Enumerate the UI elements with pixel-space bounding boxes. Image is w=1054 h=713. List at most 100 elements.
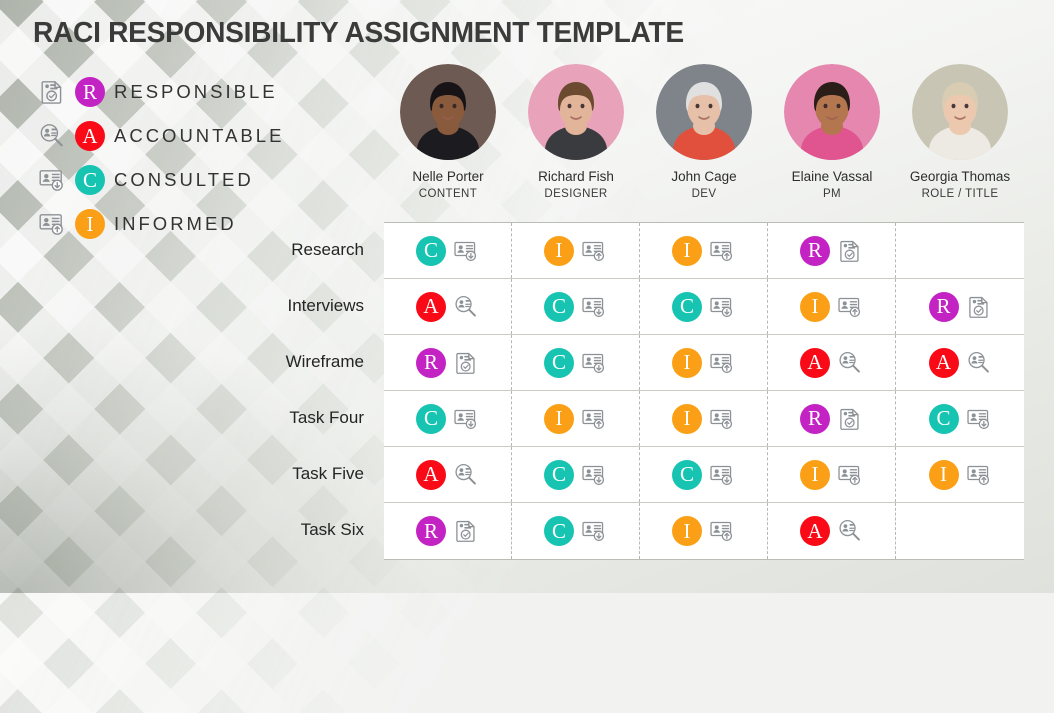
person-role: CONTENT — [418, 188, 478, 200]
matrix-cell[interactable]: I — [896, 447, 1024, 502]
raci-badge-c: C — [672, 291, 702, 322]
matrix-cell[interactable]: R — [768, 223, 896, 278]
matrix-cell[interactable]: C — [384, 223, 512, 278]
raci-badge-c: C — [544, 291, 574, 322]
matrix-cell[interactable]: A — [768, 503, 896, 559]
person-name: John Cage — [671, 169, 737, 184]
raci-badge-i: I — [672, 347, 702, 378]
task-label: Task Five — [292, 464, 364, 483]
avatar — [528, 64, 624, 160]
matrix-cell[interactable]: A — [896, 335, 1024, 390]
raci-badge-c: C — [672, 459, 702, 490]
clipboard-check-icon — [837, 238, 863, 264]
id-card-up-icon — [709, 238, 735, 264]
matrix-cell[interactable]: A — [384, 447, 512, 502]
id-card-down-icon — [581, 350, 607, 376]
matrix-cell[interactable]: C — [896, 391, 1024, 446]
matrix-cell[interactable]: C — [512, 447, 640, 502]
id-card-down-icon — [966, 406, 992, 432]
task-label: Task Four — [289, 408, 364, 427]
raci-badge-c: C — [416, 235, 446, 266]
person-column-4: Elaine Vassal PM — [768, 64, 896, 200]
person-role: PM — [822, 188, 842, 200]
raci-badge-a: A — [928, 347, 959, 378]
matrix-cell[interactable]: C — [640, 279, 768, 334]
matrix-row: CIIRC — [384, 391, 1024, 447]
person-magnifier-icon — [837, 350, 863, 376]
matrix-cell[interactable]: R — [768, 391, 896, 446]
legend-badge-a: A — [75, 121, 105, 151]
raci-badge-a: A — [416, 291, 446, 322]
raci-badge-c: C — [928, 403, 959, 434]
matrix-cell[interactable]: C — [512, 503, 640, 559]
matrix-cell[interactable]: I — [768, 279, 896, 334]
clipboard-check-icon — [453, 518, 479, 544]
raci-badge-i: I — [544, 235, 574, 266]
raci-badge-c: C — [544, 459, 574, 490]
legend-badge-c: C — [75, 165, 105, 195]
task-label: Interviews — [287, 296, 364, 315]
matrix-row: RC I A A — [384, 335, 1024, 391]
person-magnifier-icon — [38, 122, 66, 150]
legend-row-consulted: C CONSULTED — [38, 158, 368, 202]
id-card-up-icon — [709, 518, 735, 544]
raci-badge-a: A — [800, 516, 830, 546]
id-card-down-icon — [453, 238, 479, 264]
raci-badge-i: I — [800, 291, 830, 322]
matrix-cell[interactable]: I — [640, 335, 768, 390]
id-card-up-icon — [38, 210, 66, 238]
raci-badge-r: R — [416, 516, 446, 546]
matrix-cell[interactable]: R — [384, 335, 512, 390]
raci-matrix-grid: CIIRACCIRRCIAACIIRCACCIIRCIA — [384, 222, 1024, 560]
legend-label-accountable: ACCOUNTABLE — [114, 125, 285, 146]
matrix-cell[interactable]: I — [640, 503, 768, 559]
raci-badge-i: I — [800, 459, 830, 490]
task-label: Wireframe — [285, 352, 364, 371]
matrix-cell[interactable]: A — [768, 335, 896, 390]
raci-legend: R RESPONSIBLE A ACCOUNTABLE C CONSULTED I INFOR… — [38, 70, 368, 246]
raci-badge-i: I — [672, 516, 702, 546]
matrix-cell[interactable]: R — [896, 279, 1024, 334]
avatar — [912, 64, 1008, 160]
matrix-cell[interactable]: I — [512, 223, 640, 278]
person-name: Georgia Thomas — [909, 169, 1011, 184]
legend-badge-i: I — [75, 209, 105, 239]
matrix-cell[interactable] — [896, 503, 1024, 559]
matrix-cell[interactable]: C — [640, 447, 768, 502]
raci-badge-i: I — [672, 403, 702, 434]
raci-badge-c: C — [544, 516, 574, 546]
matrix-cell[interactable]: R — [384, 503, 512, 559]
id-card-up-icon — [837, 462, 863, 488]
avatar — [784, 64, 880, 160]
avatar — [656, 64, 752, 160]
raci-badge-r: R — [800, 403, 830, 434]
id-card-down-icon — [581, 462, 607, 488]
matrix-cell[interactable]: C — [384, 391, 512, 446]
matrix-cell[interactable]: I — [640, 223, 768, 278]
matrix-cell[interactable]: I — [512, 391, 640, 446]
matrix-cell[interactable]: I — [640, 391, 768, 446]
matrix-cell[interactable]: I — [768, 447, 896, 502]
id-card-down-icon — [581, 518, 607, 544]
legend-badge-r: R — [75, 77, 105, 107]
matrix-cell[interactable]: C — [512, 335, 640, 390]
person-magnifier-icon — [453, 462, 479, 488]
clipboard-check-icon — [966, 294, 992, 320]
matrix-row: CIIR — [384, 223, 1024, 279]
matrix-cell[interactable]: A — [384, 279, 512, 334]
person-magnifier-icon — [966, 350, 992, 376]
legend-label-responsible: RESPONSIBLE — [114, 81, 278, 102]
id-card-down-icon — [453, 406, 479, 432]
matrix-cell[interactable] — [896, 223, 1024, 278]
person-column-5: Georgia Thomas ROLE / TITLE — [896, 64, 1024, 200]
clipboard-check-icon — [837, 406, 863, 432]
raci-badge-a: A — [416, 459, 446, 490]
person-role: ROLE / TITLE — [921, 188, 999, 200]
legend-row-accountable: A ACCOUNTABLE — [38, 114, 368, 158]
id-card-down-icon — [581, 294, 607, 320]
id-card-down-icon — [38, 166, 66, 194]
legend-row-responsible: R RESPONSIBLE — [38, 70, 368, 114]
people-header-row: Nelle Porter CONTENT Richard Fish DESIGNER J… — [384, 64, 1024, 200]
raci-badge-c: C — [416, 403, 446, 434]
matrix-cell[interactable]: C — [512, 279, 640, 334]
